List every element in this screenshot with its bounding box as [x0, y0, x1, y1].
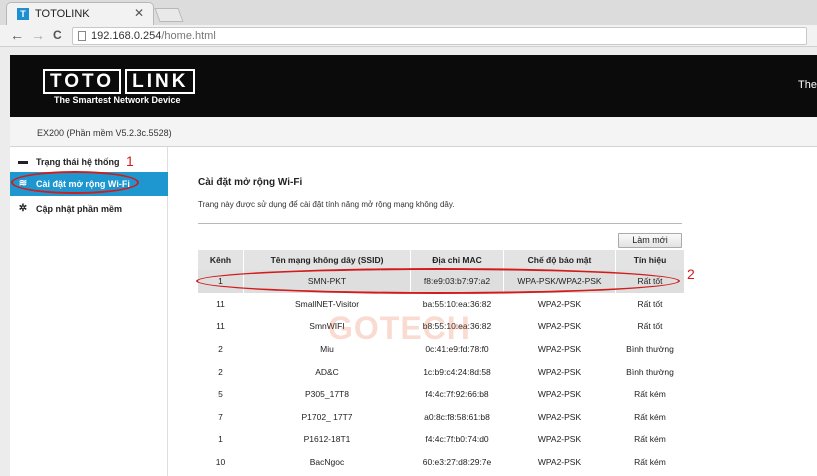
annotation-number-1: 1: [126, 153, 134, 169]
cell-security: WPA2-PSK: [537, 344, 582, 355]
cell-signal: Rất tốt: [637, 298, 663, 309]
table-row[interactable]: 2 AD&C 1c:b9:c4:24:8d:58 WPA2-PSK Bình t…: [198, 360, 684, 383]
column-header-mac: Địa chỉ MAC: [411, 250, 503, 270]
logo-tagline: The Smartest Network Device: [54, 95, 181, 105]
divider: [198, 223, 682, 224]
cell-channel: 11: [216, 321, 225, 332]
table-header-row: Kênh Tên mạng không dây (SSID) Địa chỉ M…: [198, 250, 684, 270]
cell-signal: Rất kém: [634, 457, 666, 468]
close-tab-icon[interactable]: ✕: [134, 6, 144, 20]
gear-icon: ✲: [18, 203, 28, 214]
firmware-version: EX200 (Phần mềm V5.2.3c.5528): [37, 128, 172, 138]
sidebar-item-label: Trạng thái hệ thống: [36, 157, 120, 167]
cell-security: WPA2-PSK: [537, 366, 582, 377]
url-input[interactable]: 192.168.0.254/home.html: [72, 27, 807, 45]
cell-mac: f4:4c:7f:b0:74:d0: [425, 434, 489, 445]
forward-arrow-icon[interactable]: →: [31, 27, 45, 43]
refresh-button[interactable]: Làm mới: [618, 233, 682, 248]
cell-ssid: P1702_ 17T7: [301, 411, 353, 422]
cell-security: WPA2-PSK: [537, 457, 582, 468]
cell-mac: a0:8c:f8:58:61:b8: [424, 411, 490, 422]
page-title: Cài đặt mở rộng Wi-Fi: [198, 177, 303, 188]
page-header: TOTO LINK The Smartest Network Device The: [10, 55, 817, 117]
cell-security: WPA2-PSK: [537, 298, 582, 309]
table-row[interactable]: 5 P305_17T8 f4:4c:7f:92:66:b8 WPA2-PSK R…: [198, 383, 684, 406]
page-description: Trang này được sử dụng để cài đặt tính n…: [198, 200, 455, 209]
reload-icon[interactable]: C: [53, 28, 62, 42]
column-header-ssid: Tên mạng không dây (SSID): [244, 250, 410, 270]
device-info-bar: EX200 (Phần mềm V5.2.3c.5528): [10, 117, 817, 147]
new-tab-button[interactable]: [154, 8, 184, 22]
totolink-logo: TOTO LINK: [43, 69, 196, 94]
cell-signal: Bình thường: [626, 366, 674, 377]
column-header-channel: Kênh: [198, 250, 243, 270]
cell-channel: 2: [218, 366, 223, 377]
url-text: 192.168.0.254/home.html: [91, 30, 216, 42]
table-row[interactable]: 7 P1702_ 17T7 a0:8c:f8:58:61:b8 WPA2-PSK…: [198, 406, 684, 429]
cell-mac: 60:e3:27:d8:29:7e: [422, 457, 492, 468]
totolink-favicon-icon: T: [17, 8, 29, 20]
cell-channel: 10: [215, 457, 226, 468]
cell-ssid: BacNgoc: [309, 457, 345, 468]
cell-security: WPA2-PSK: [537, 434, 582, 445]
cell-mac: f4:4c:7f:92:66:b8: [425, 389, 489, 400]
cell-signal: Rất kém: [634, 389, 666, 400]
gotech-watermark: GOTECH: [328, 310, 471, 346]
tab-title: TOTOLINK: [35, 8, 90, 20]
sidebar-item-firmware-update[interactable]: ✲ Cập nhật phần mềm: [10, 197, 168, 221]
cell-channel: 7: [218, 411, 223, 422]
cell-signal: Bình thường: [626, 344, 674, 355]
address-bar: ← → C 192.168.0.254/home.html: [0, 25, 817, 47]
cell-channel: 11: [216, 298, 225, 309]
annotation-oval-row: [196, 268, 680, 294]
sidebar-item-label: Cập nhật phần mềm: [36, 204, 123, 214]
cell-signal: Rất kém: [634, 434, 666, 445]
cell-channel: 2: [218, 344, 223, 355]
back-arrow-icon[interactable]: ←: [10, 27, 24, 43]
page-icon: [78, 31, 86, 41]
browser-tab-strip: T TOTOLINK ✕: [0, 0, 817, 25]
cell-channel: 1: [218, 434, 223, 445]
cell-ssid: P305_17T8: [305, 389, 349, 400]
cell-security: WPA2-PSK: [537, 411, 582, 422]
cell-ssid: AD&C: [315, 366, 339, 377]
sidebar: ▬ Trạng thái hệ thống ≋ Cài đặt mở rộng …: [10, 147, 168, 476]
cell-channel: 5: [218, 389, 223, 400]
header-right-text: The: [798, 79, 817, 91]
browser-tab[interactable]: T TOTOLINK ✕: [6, 2, 154, 25]
table-row[interactable]: 1 P1612-18T1 f4:4c:7f:b0:74:d0 WPA2-PSK …: [198, 428, 684, 451]
table-row[interactable]: 10 BacNgoc 60:e3:27:d8:29:7e WPA2-PSK Rấ…: [198, 451, 684, 474]
cell-signal: Rất kém: [634, 411, 666, 422]
cell-security: WPA2-PSK: [537, 389, 582, 400]
annotation-number-2: 2: [687, 266, 695, 282]
annotation-oval-sidebar: [11, 171, 139, 194]
cell-security: WPA2-PSK: [537, 321, 582, 332]
column-header-signal: Tín hiệu: [616, 250, 684, 270]
cell-mac: 1c:b9:c4:24:8d:58: [423, 366, 491, 377]
cell-ssid: P1612-18T1: [303, 434, 351, 445]
column-header-security: Chế độ bảo mật: [504, 250, 615, 270]
cell-signal: Rất tốt: [637, 321, 663, 332]
chat-icon: ▬: [18, 156, 28, 167]
